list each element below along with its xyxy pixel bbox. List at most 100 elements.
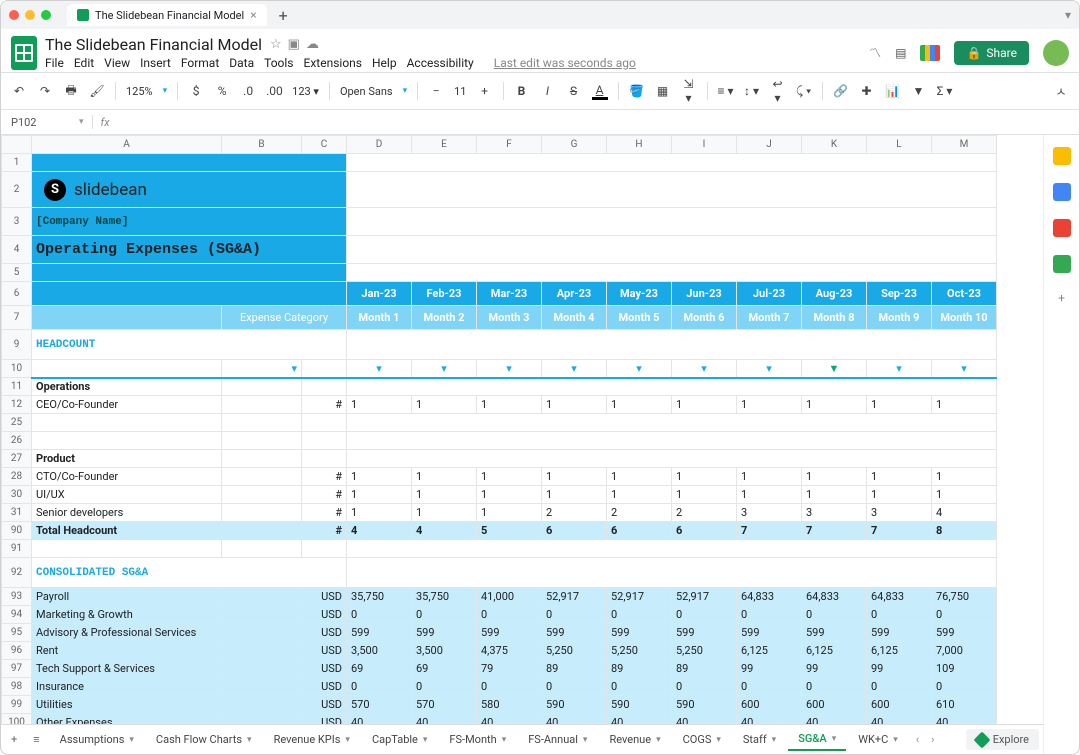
sheet-tab-menu-icon[interactable]: ▾ (716, 735, 721, 745)
data-cell[interactable]: 1 (477, 396, 542, 414)
data-cell[interactable]: 1 (802, 486, 867, 504)
menu-view[interactable]: View (104, 56, 130, 70)
unit-cell[interactable]: USD (302, 588, 347, 606)
data-cell[interactable]: 599 (347, 624, 412, 642)
col-header[interactable]: D (347, 136, 412, 154)
sheet-tab-menu-icon[interactable]: ▾ (772, 735, 777, 745)
row-header[interactable]: 1 (2, 154, 32, 172)
data-cell[interactable]: 64,833 (802, 588, 867, 606)
section-sga[interactable]: CONSOLIDATED SG&A (32, 558, 347, 588)
formula-input[interactable] (118, 114, 1069, 130)
row-header[interactable]: 28 (2, 468, 32, 486)
last-edit-link[interactable]: Last edit was seconds ago (494, 56, 636, 70)
row-header[interactable]: 93 (2, 588, 32, 606)
data-cell[interactable]: 590 (672, 696, 737, 714)
sheet-tab[interactable]: Revenue▾ (599, 728, 670, 751)
data-cell[interactable]: 1 (672, 468, 737, 486)
section-headcount[interactable]: HEADCOUNT (32, 330, 347, 360)
sheet-tab-menu-icon[interactable]: ▾ (832, 734, 837, 744)
data-cell[interactable]: 590 (607, 696, 672, 714)
data-cell[interactable]: 2 (607, 504, 672, 522)
unit-cell[interactable]: # (302, 522, 347, 540)
data-cell[interactable]: 1 (737, 486, 802, 504)
col-header[interactable]: H (607, 136, 672, 154)
data-cell[interactable]: 1 (607, 396, 672, 414)
unit-cell[interactable]: USD (302, 642, 347, 660)
menu-file[interactable]: File (45, 56, 64, 70)
row-header[interactable]: 97 (2, 660, 32, 678)
data-cell[interactable]: 89 (542, 660, 607, 678)
explore-button[interactable]: Explore (966, 729, 1039, 750)
meet-icon[interactable] (920, 45, 940, 61)
filter-icon[interactable]: ▾ (347, 360, 412, 378)
filter-icon[interactable]: ▾ (542, 360, 607, 378)
strike-button[interactable]: S (566, 84, 582, 98)
filter-icon[interactable]: ▾ (867, 360, 932, 378)
close-window-icon[interactable] (9, 10, 19, 20)
print-button[interactable]: 🖶 (63, 81, 79, 102)
row-label[interactable]: Senior developers (32, 504, 222, 522)
row-header[interactable]: 2 (2, 172, 32, 208)
scroll-tabs-left-button[interactable]: ‹ (912, 733, 923, 746)
menu-format[interactable]: Format (181, 56, 219, 70)
data-cell[interactable]: 0 (542, 606, 607, 624)
data-cell[interactable]: 610 (932, 696, 997, 714)
data-cell[interactable]: 1 (347, 486, 412, 504)
chart-button[interactable]: 📊 (885, 84, 901, 98)
data-cell[interactable]: 1 (802, 396, 867, 414)
data-cell[interactable]: 1 (737, 468, 802, 486)
sheet-tab-menu-icon[interactable]: ▾ (423, 735, 428, 745)
row-header[interactable]: 100 (2, 714, 32, 725)
currency-button[interactable]: $ (188, 84, 204, 98)
namebox-chevron-icon[interactable]: ▾ (79, 117, 84, 127)
data-cell[interactable]: 64,833 (737, 588, 802, 606)
month-label[interactable]: Month 4 (542, 306, 607, 330)
data-cell[interactable]: 599 (477, 624, 542, 642)
sheet-tab[interactable]: Staff▾ (733, 728, 786, 751)
halign-button[interactable]: ≡ ▾ (718, 84, 734, 98)
month-label[interactable]: Month 9 (867, 306, 932, 330)
col-header[interactable]: B (222, 136, 302, 154)
sheet-tab-menu-icon[interactable]: ▾ (583, 735, 588, 745)
data-cell[interactable]: 52,917 (607, 588, 672, 606)
font-inc-button[interactable]: + (477, 84, 493, 98)
menu-insert[interactable]: Insert (140, 56, 171, 70)
filter-icon[interactable]: ▾ (607, 360, 672, 378)
row-header[interactable]: 27 (2, 450, 32, 468)
data-cell[interactable]: 40 (347, 714, 412, 725)
data-cell[interactable]: 1 (867, 468, 932, 486)
data-cell[interactable]: 8 (932, 522, 997, 540)
month-label[interactable]: Month 3 (477, 306, 542, 330)
unit-cell[interactable]: # (302, 396, 347, 414)
data-cell[interactable]: 1 (932, 486, 997, 504)
data-cell[interactable]: 35,750 (347, 588, 412, 606)
month-header[interactable]: Sep-23 (867, 282, 932, 306)
month-label[interactable]: Month 5 (607, 306, 672, 330)
link-button[interactable]: 🔗 (833, 84, 849, 98)
add-sheet-button[interactable]: + (5, 729, 23, 750)
data-cell[interactable]: 40 (737, 714, 802, 725)
month-header[interactable]: Jan-23 (347, 282, 412, 306)
menu-data[interactable]: Data (229, 56, 254, 70)
share-button[interactable]: 🔒 Share (954, 41, 1029, 65)
month-header[interactable]: Jun-23 (672, 282, 737, 306)
data-cell[interactable]: 4,375 (477, 642, 542, 660)
row-header[interactable]: 92 (2, 558, 32, 588)
row-header[interactable]: 30 (2, 486, 32, 504)
data-cell[interactable]: 1 (347, 504, 412, 522)
data-cell[interactable]: 1 (932, 468, 997, 486)
italic-button[interactable]: I (540, 84, 556, 98)
filter-icon[interactable]: ▾ (672, 360, 737, 378)
sheet-tab-menu-icon[interactable]: ▾ (345, 735, 350, 745)
row-header[interactable]: 95 (2, 624, 32, 642)
menu-help[interactable]: Help (372, 56, 397, 70)
row-header[interactable]: 9 (2, 330, 32, 360)
data-cell[interactable]: 1 (607, 468, 672, 486)
zoom-select[interactable]: 125% (126, 85, 153, 98)
row-header[interactable]: 3 (2, 208, 32, 236)
close-tab-icon[interactable]: × (250, 8, 256, 22)
data-cell[interactable]: 89 (672, 660, 737, 678)
row-label[interactable]: Insurance (32, 678, 222, 696)
row-label[interactable]: CEO/Co-Founder (32, 396, 222, 414)
product-label[interactable]: Product (32, 450, 222, 468)
